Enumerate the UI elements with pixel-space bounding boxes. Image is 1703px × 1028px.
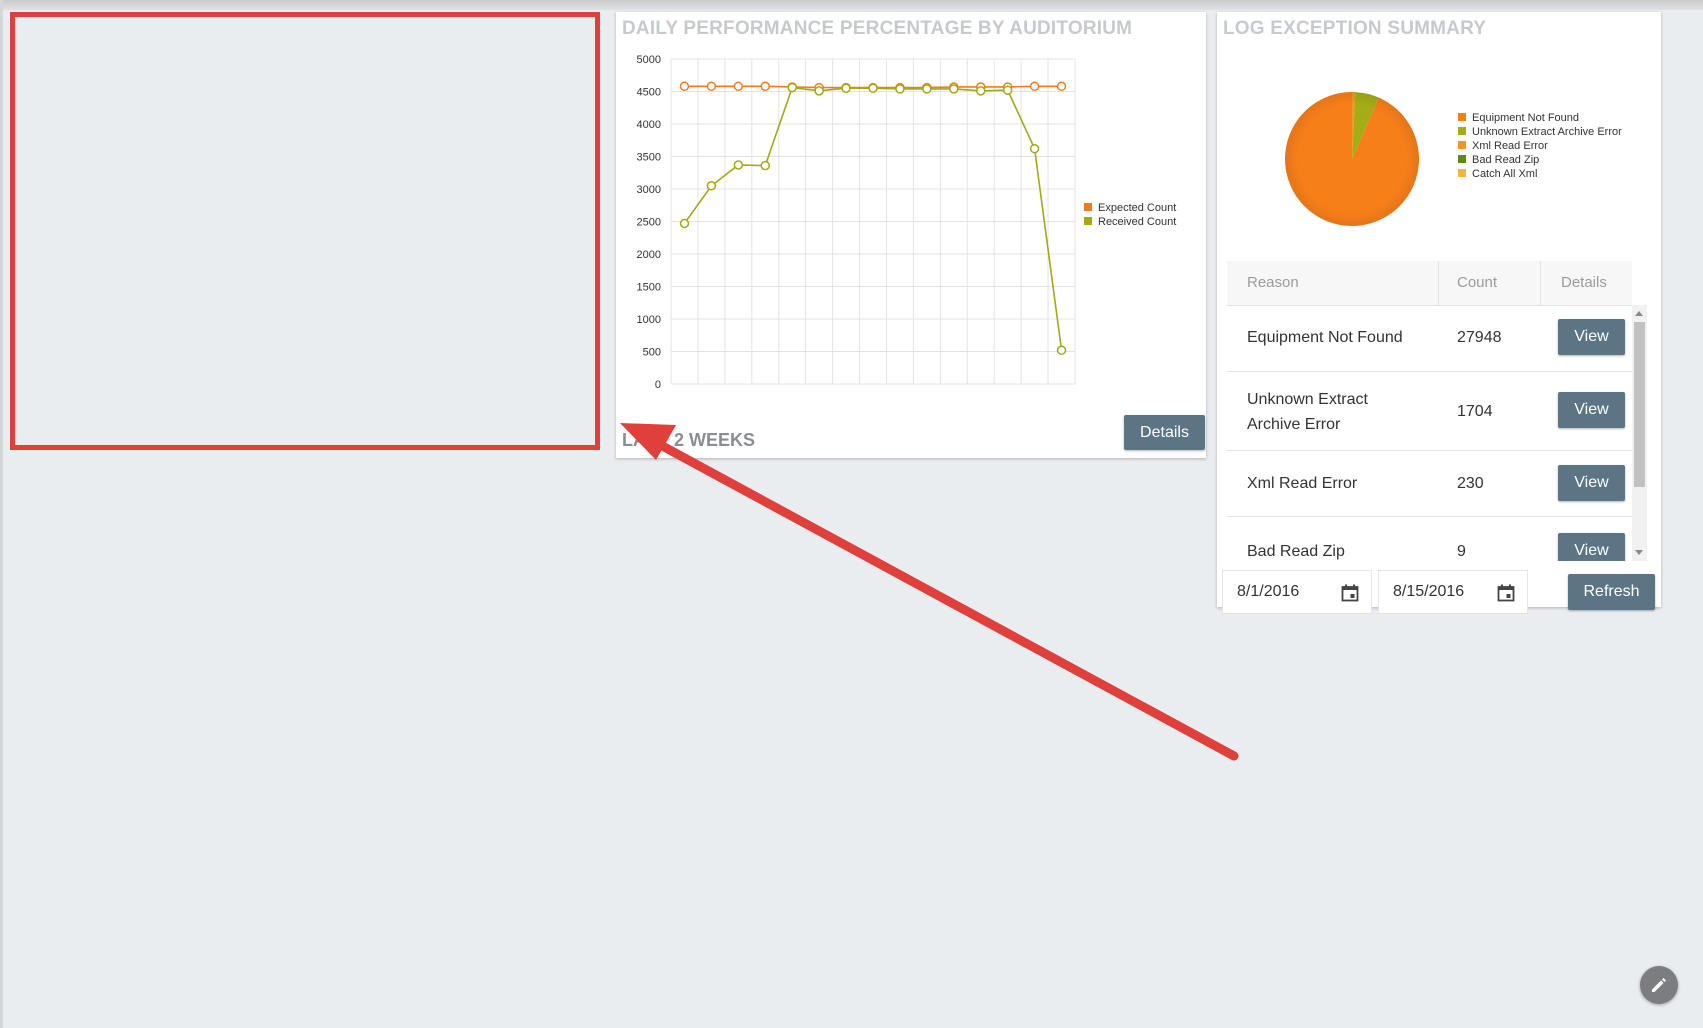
data-point — [787, 82, 797, 93]
pie-legend: Equipment Not Found Unknown Extract Archi… — [1458, 112, 1622, 180]
table-body[interactable]: Equipment Not Found 27948 View Unknown E… — [1227, 305, 1632, 561]
chart-legend: Expected Count Received Count — [1084, 202, 1176, 228]
data-point — [706, 81, 717, 92]
reason-header[interactable]: Reason — [1247, 261, 1299, 305]
count-cell: 1704 — [1457, 403, 1493, 420]
y-tick-label: 1500 — [637, 282, 661, 294]
y-tick-label: 2500 — [637, 217, 661, 229]
edit-button[interactable] — [1640, 966, 1678, 1004]
scroll-up-icon[interactable] — [1635, 311, 1643, 316]
table-row: Bad Read Zip 9 View — [1227, 517, 1632, 561]
left-edge — [0, 0, 3, 1028]
y-tick-label: 1000 — [637, 314, 661, 326]
view-button[interactable]: View — [1558, 533, 1625, 561]
details-button[interactable]: Details — [1124, 415, 1205, 450]
data-point — [895, 84, 905, 94]
data-point — [760, 81, 771, 92]
legend-label: Unknown Extract Archive Error — [1472, 126, 1622, 138]
y-tick-label: 4000 — [637, 119, 661, 131]
y-tick-label: 3500 — [637, 152, 661, 164]
data-point — [1056, 345, 1067, 355]
top-bar — [0, 0, 1703, 10]
table-row: Xml Read Error 230 View — [1227, 451, 1632, 517]
data-point — [733, 81, 744, 92]
data-point — [1029, 143, 1040, 154]
view-button[interactable]: View — [1558, 392, 1625, 428]
legend-swatch — [1458, 127, 1466, 135]
data-point — [949, 84, 959, 94]
performance-chart: 5000450040003500300025002000150010005000… — [637, 54, 1177, 391]
data-point — [922, 84, 932, 94]
legend-label: Expected Count — [1098, 202, 1176, 214]
reason-cell: Equipment Not Found — [1247, 329, 1403, 346]
data-point — [679, 81, 690, 92]
calendar-icon[interactable] — [1497, 584, 1515, 602]
legend-label: Received Count — [1098, 216, 1176, 228]
scroll-thumb[interactable] — [1634, 322, 1645, 487]
data-point — [679, 218, 690, 229]
legend-swatch — [1458, 169, 1466, 177]
legend-swatch — [1084, 203, 1092, 211]
period-label: LAST 2 WEEKS — [622, 430, 756, 450]
data-point — [868, 83, 878, 93]
header-divider — [1438, 261, 1439, 305]
y-tick-label: 3000 — [637, 184, 661, 196]
data-point — [760, 160, 771, 171]
reason-cell-line1: Unknown Extract — [1247, 391, 1368, 408]
legend-label: Xml Read Error — [1472, 140, 1548, 152]
performance-card: DAILY PERFORMANCE PERCENTAGE BY AUDITORI… — [616, 12, 1206, 458]
legend-label: Bad Read Zip — [1472, 154, 1539, 166]
data-point — [733, 160, 744, 170]
pie-shade — [1285, 92, 1419, 226]
table-row: Unknown Extract Archive Error 1704 View — [1227, 372, 1632, 451]
data-point — [841, 83, 851, 93]
legend-swatch — [1458, 113, 1466, 121]
data-point — [1002, 85, 1013, 95]
highlight-box — [10, 12, 600, 450]
table-row: Equipment Not Found 27948 View — [1227, 305, 1632, 372]
table-header: Reason Count Details — [1227, 261, 1632, 306]
end-date-field[interactable]: 8/15/2016 — [1378, 570, 1528, 614]
end-date-value: 8/15/2016 — [1393, 583, 1465, 600]
start-date-field[interactable]: 8/1/2016 — [1222, 570, 1372, 614]
y-tick-label: 500 — [643, 347, 661, 359]
chart-grid — [670, 58, 1076, 385]
exceptions-pie-chart: Equipment Not Found Unknown Extract Archi… — [1285, 92, 1622, 226]
count-cell: 27948 — [1457, 329, 1502, 346]
pencil-icon — [1652, 978, 1666, 992]
view-button[interactable]: View — [1558, 465, 1625, 501]
start-date-value: 8/1/2016 — [1237, 583, 1300, 600]
count-cell: 230 — [1457, 475, 1484, 492]
y-tick-label: 0 — [655, 379, 661, 391]
count-cell: 9 — [1457, 543, 1466, 560]
data-point — [706, 181, 717, 191]
exceptions-card: LOG EXCEPTION SUMMARY Equipment Not Foun… — [1217, 12, 1661, 614]
view-button[interactable]: View — [1558, 319, 1625, 355]
header-divider — [1540, 261, 1541, 305]
data-point — [975, 86, 986, 96]
y-tick-label: 2000 — [637, 249, 661, 261]
legend-swatch — [1084, 217, 1092, 225]
calendar-icon[interactable] — [1341, 584, 1359, 602]
chart-series — [679, 81, 1067, 355]
count-header[interactable]: Count — [1457, 261, 1497, 305]
reason-cell: Xml Read Error — [1247, 475, 1358, 492]
y-tick-label: 5000 — [637, 54, 661, 66]
legend-swatch — [1458, 155, 1466, 163]
legend-swatch — [1458, 141, 1466, 149]
scroll-down-icon[interactable] — [1635, 550, 1643, 555]
reason-cell-line2: Archive Error — [1247, 416, 1341, 433]
table-scrollbar[interactable] — [1632, 305, 1647, 561]
refresh-button[interactable]: Refresh — [1568, 574, 1655, 610]
data-point — [814, 86, 824, 96]
y-tick-label: 4500 — [637, 87, 661, 99]
legend-label: Catch All Xml — [1472, 168, 1537, 180]
reason-cell: Bad Read Zip — [1247, 543, 1345, 560]
details-header[interactable]: Details — [1561, 261, 1607, 305]
series-line — [683, 86, 1063, 351]
data-point — [1029, 81, 1040, 92]
y-axis-ticks: 5000450040003500300025002000150010005000 — [637, 54, 661, 391]
legend-label: Equipment Not Found — [1472, 112, 1579, 124]
data-point — [1056, 81, 1067, 92]
